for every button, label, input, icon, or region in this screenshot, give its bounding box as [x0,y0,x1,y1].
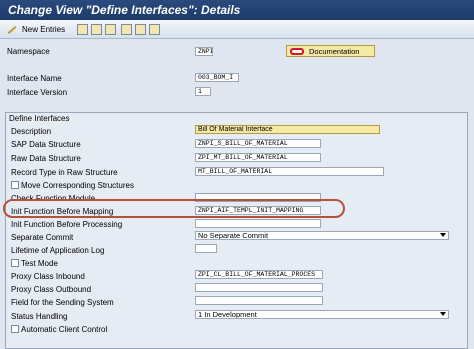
select-block-icon [135,23,146,35]
group-title: Define Interfaces [9,114,70,123]
dropdown-arrow-icon [440,233,446,237]
deselect-icon [149,23,160,35]
init-function-processing-field[interactable] [195,219,321,228]
test-mode-checkbox[interactable] [11,259,19,267]
select-block-button[interactable] [135,23,146,35]
select-all-icon [121,23,132,35]
delete-icon [91,23,102,35]
description-field[interactable]: Bill Of Material Interface [195,125,380,134]
record-type-field[interactable]: MT_BILL_OF_MATERIAL [195,167,384,176]
status-handling-label: Status Handling [11,312,68,321]
documentation-button[interactable]: Documentation [286,45,375,57]
copy-button[interactable] [77,23,88,35]
namespace-label: Namespace [7,47,50,56]
proxy-outbound-label: Proxy Class Outbound [11,285,92,294]
raw-data-structure-field[interactable]: ZPI_MT_BILL_OF_MATERIAL [195,153,321,162]
delete-button[interactable] [91,23,102,35]
sap-data-structure-label: SAP Data Structure [11,140,81,149]
separate-commit-select[interactable]: No Separate Commit [195,231,449,240]
undo-icon [105,23,116,35]
proxy-outbound-field[interactable] [195,283,323,292]
toggle-display-change-button[interactable] [6,23,17,35]
move-corresponding-label: Move Corresponding Structures [21,181,134,190]
select-all-button[interactable] [121,23,132,35]
sending-system-field-label: Field for the Sending System [11,298,114,307]
proxy-inbound-field[interactable]: ZPI_CL_BILL_OF_MATERIAL_PROCES [195,270,323,279]
dropdown-arrow-icon [440,312,446,316]
new-entries-label: New Entries [22,24,66,34]
application-toolbar: New Entries [0,20,474,39]
proxy-inbound-label: Proxy Class Inbound [11,272,85,281]
record-type-label: Record Type in Raw Structure [11,168,118,177]
move-corresponding-checkbox[interactable] [11,181,19,189]
title-bar: Change View "Define Interfaces": Details [0,0,474,20]
copy-icon [77,23,88,35]
status-handling-select[interactable]: 1 In Development [195,310,449,319]
interface-version-field[interactable]: 1 [195,87,211,96]
description-label: Description [11,127,52,136]
interface-version-label: Interface Version [7,88,68,97]
sap-data-structure-field[interactable]: ZNPI_S_BILL_OF_MATERIAL [195,139,321,148]
undo-button[interactable] [105,23,116,35]
documentation-icon [290,47,304,55]
raw-data-structure-label: Raw Data Structure [11,154,81,163]
automatic-client-control-label: Automatic Client Control [21,325,108,334]
page-title: Change View "Define Interfaces": Details [8,3,241,17]
sending-system-field[interactable] [195,296,323,305]
separate-commit-value: No Separate Commit [198,231,269,240]
namespace-field[interactable]: ZNPI [195,47,213,56]
interface-name-field[interactable]: 003_BOM_I [195,73,239,82]
documentation-label: Documentation [309,46,360,56]
interface-name-label: Interface Name [7,74,62,83]
automatic-client-control-checkbox[interactable] [11,325,19,333]
lifetime-log-field[interactable] [195,244,217,253]
new-entries-button[interactable]: New Entries [22,23,65,35]
init-function-processing-label: Init Function Before Processing [11,220,123,229]
status-handling-value: 1 In Development [198,310,257,319]
test-mode-label: Test Mode [21,259,58,268]
lifetime-log-label: Lifetime of Application Log [11,246,105,255]
separate-commit-label: Separate Commit [11,233,74,242]
pencil-icon [6,24,17,35]
highlight-ellipse [3,199,345,218]
deselect-all-button[interactable] [149,23,160,35]
